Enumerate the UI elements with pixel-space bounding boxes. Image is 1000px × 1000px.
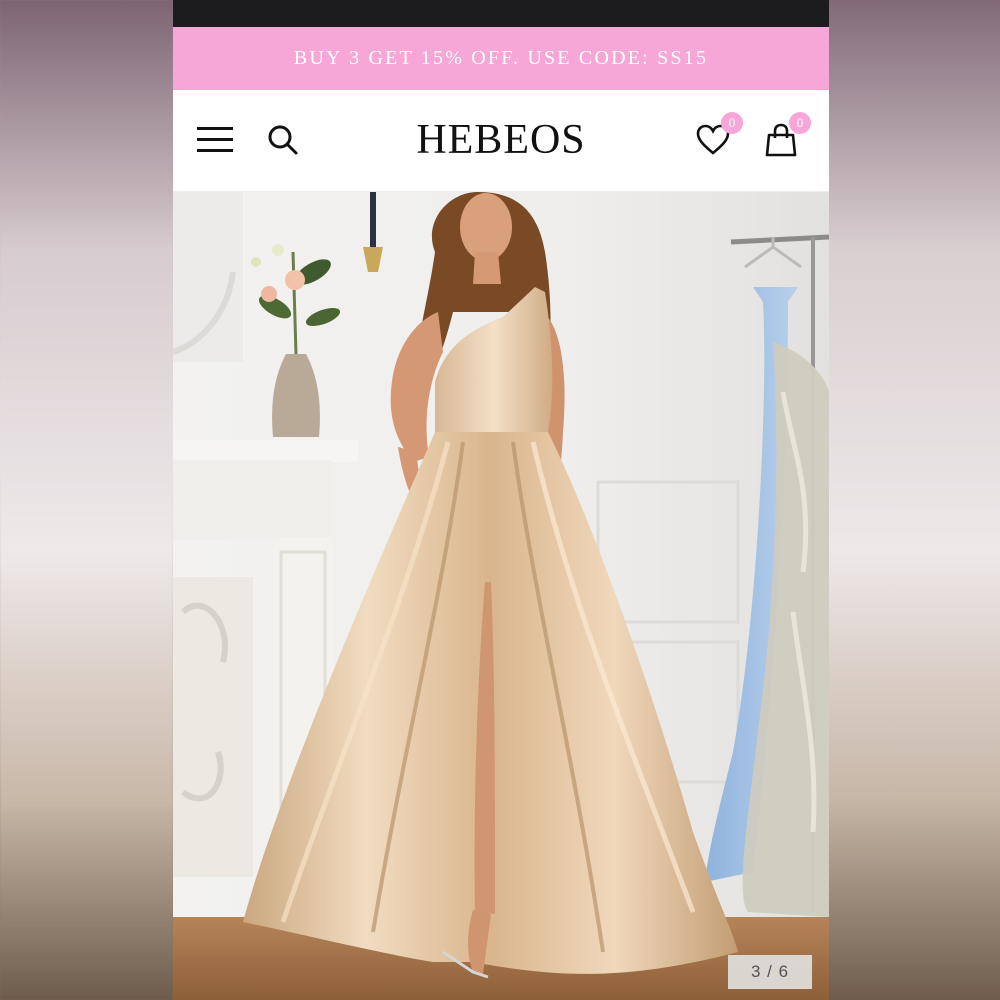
- promo-banner[interactable]: BUY 3 GET 15% OFF. USE CODE: SS15: [173, 27, 829, 90]
- cart-button[interactable]: 0: [761, 112, 811, 160]
- gallery-counter: 3 / 6: [728, 955, 812, 989]
- product-image[interactable]: 3 / 6: [173, 192, 829, 1000]
- background-right: [829, 0, 1000, 1000]
- cart-count-badge: 0: [789, 112, 811, 134]
- mobile-page: BUY 3 GET 15% OFF. USE CODE: SS15 HEBEOS…: [173, 0, 829, 1000]
- promo-text: BUY 3 GET 15% OFF. USE CODE: SS15: [293, 47, 709, 69]
- product-photo: [173, 192, 829, 1000]
- wishlist-button[interactable]: 0: [693, 112, 743, 160]
- wishlist-count-badge: 0: [721, 112, 743, 134]
- status-bar: [173, 0, 829, 27]
- background-left: [0, 0, 173, 1000]
- site-header: HEBEOS 0 0: [173, 90, 829, 192]
